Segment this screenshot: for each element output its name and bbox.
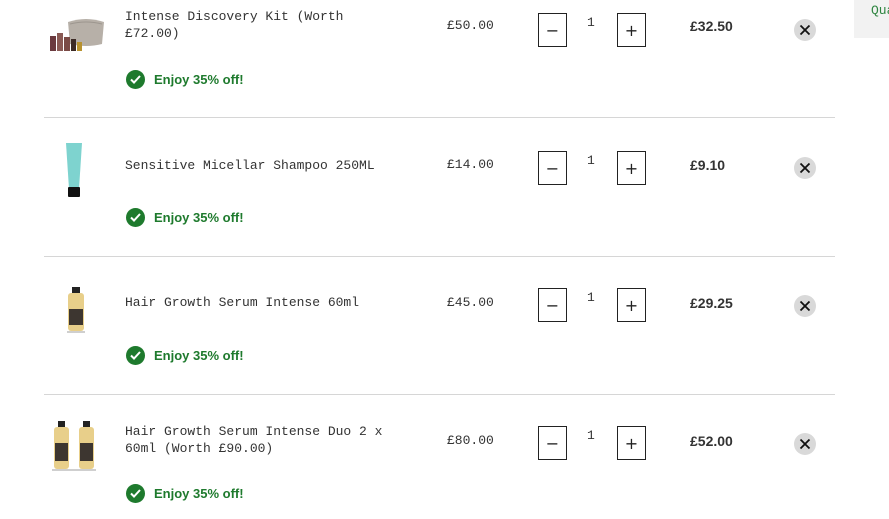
line-total: £52.00: [690, 433, 733, 449]
unit-price: £80.00: [447, 433, 494, 448]
decrease-quantity-button[interactable]: −: [538, 426, 567, 460]
plus-icon: +: [624, 295, 639, 315]
promo-text: Enjoy 35% off!: [154, 486, 244, 501]
promo-message: Enjoy 35% off!: [126, 208, 244, 227]
promo-message: Enjoy 35% off!: [126, 484, 244, 503]
close-icon: [799, 300, 811, 312]
close-icon: [799, 24, 811, 36]
promo-text: Enjoy 35% off!: [154, 348, 244, 363]
product-name[interactable]: Hair Growth Serum Intense Duo 2 x 60ml (…: [125, 423, 395, 457]
increase-quantity-button[interactable]: +: [617, 13, 646, 47]
promo-text: Enjoy 35% off!: [154, 72, 244, 87]
basket-page: Qua Intense Discovery Kit (Worth £72.00)…: [0, 0, 889, 519]
side-panel-label: Qua: [871, 3, 889, 18]
promo-message: Enjoy 35% off!: [126, 346, 244, 365]
quantity-value[interactable]: 1: [587, 15, 595, 30]
increase-quantity-button[interactable]: +: [617, 426, 646, 460]
close-icon: [799, 162, 811, 174]
promo-text: Enjoy 35% off!: [154, 210, 244, 225]
line-total: £29.25: [690, 295, 733, 311]
unit-price: £14.00: [447, 157, 494, 172]
plus-icon: +: [624, 20, 639, 40]
minus-icon: −: [545, 433, 560, 453]
close-icon: [799, 438, 811, 450]
serum-duo-product-image[interactable]: [46, 415, 108, 477]
decrease-quantity-button[interactable]: −: [538, 13, 567, 47]
checkmark-icon: [126, 346, 145, 365]
remove-item-button[interactable]: [794, 19, 816, 41]
remove-item-button[interactable]: [794, 433, 816, 455]
product-name[interactable]: Sensitive Micellar Shampoo 250ML: [125, 157, 395, 174]
order-summary-panel: Qua: [854, 0, 889, 38]
line-total: £9.10: [690, 157, 726, 173]
quantity-value[interactable]: 1: [587, 428, 595, 443]
promo-message: Enjoy 35% off!: [126, 70, 244, 89]
remove-item-button[interactable]: [794, 157, 816, 179]
increase-quantity-button[interactable]: +: [617, 151, 646, 185]
basket-item-row: Sensitive Micellar Shampoo 250ML £14.00 …: [44, 119, 835, 257]
basket-item-row: Intense Discovery Kit (Worth £72.00) £50…: [44, 0, 835, 118]
plus-icon: +: [624, 433, 639, 453]
remove-item-button[interactable]: [794, 295, 816, 317]
increase-quantity-button[interactable]: +: [617, 288, 646, 322]
quantity-value[interactable]: 1: [587, 290, 595, 305]
product-name[interactable]: Hair Growth Serum Intense 60ml: [125, 294, 395, 311]
quantity-value[interactable]: 1: [587, 153, 595, 168]
checkmark-icon: [126, 484, 145, 503]
basket-item-row: Hair Growth Serum Intense Duo 2 x 60ml (…: [44, 395, 835, 519]
decrease-quantity-button[interactable]: −: [538, 151, 567, 185]
checkmark-icon: [126, 208, 145, 227]
minus-icon: −: [545, 295, 560, 315]
serum-bottle-product-image[interactable]: [46, 279, 108, 341]
product-name[interactable]: Intense Discovery Kit (Worth £72.00): [125, 8, 395, 42]
unit-price: £50.00: [447, 18, 494, 33]
unit-price: £45.00: [447, 295, 494, 310]
plus-icon: +: [624, 158, 639, 178]
minus-icon: −: [545, 158, 560, 178]
basket-item-row: Hair Growth Serum Intense 60ml £45.00 − …: [44, 257, 835, 395]
shampoo-tube-product-image[interactable]: [46, 139, 108, 201]
minus-icon: −: [545, 20, 560, 40]
decrease-quantity-button[interactable]: −: [538, 288, 567, 322]
discovery-kit-product-image[interactable]: [46, 0, 108, 62]
line-total: £32.50: [690, 18, 733, 34]
checkmark-icon: [126, 70, 145, 89]
